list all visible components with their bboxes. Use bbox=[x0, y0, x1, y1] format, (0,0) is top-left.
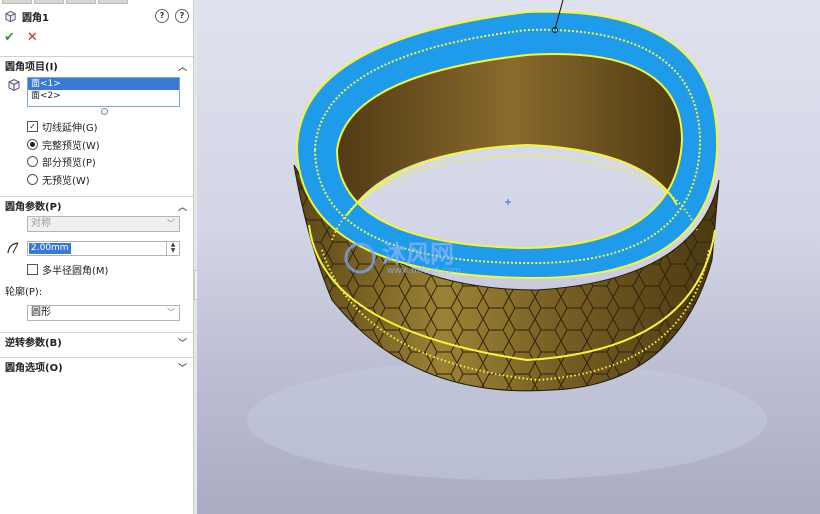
watermark-brand: 沐风网 bbox=[382, 240, 454, 268]
3d-viewport[interactable]: 沐风网 www.mfcad.com bbox=[197, 0, 820, 514]
watermark-url: www.mfcad.com bbox=[387, 266, 461, 276]
panel-tab[interactable] bbox=[98, 0, 128, 4]
profile-label: 轮廓(P): bbox=[5, 287, 43, 298]
radius-value[interactable]: 2.00mm bbox=[29, 243, 71, 254]
confirm-row: ✔ ✕ bbox=[4, 29, 38, 45]
partial-preview-radio[interactable]: 部分预览(P) bbox=[27, 154, 96, 169]
checkbox-label: 切线延伸(G) bbox=[42, 122, 98, 134]
list-item[interactable]: 面<1> bbox=[28, 78, 179, 90]
section-title: 逆转参数(B) bbox=[5, 338, 62, 349]
chevron-up-icon[interactable]: ︿ bbox=[178, 60, 187, 73]
radio-label: 部分预览(P) bbox=[42, 157, 96, 169]
tangent-propagation-checkbox[interactable]: ✓ 切线延伸(G) bbox=[27, 119, 98, 134]
full-preview-radio[interactable]: 完整预览(W) bbox=[27, 137, 100, 152]
face-selection-icon bbox=[8, 78, 20, 92]
section-fillet-params[interactable]: 圆角参数(P) ︿ bbox=[0, 196, 193, 214]
fillet-method-select: 对称 ﹀ bbox=[27, 216, 180, 232]
radio-label: 完整预览(W) bbox=[42, 140, 100, 152]
resize-handle-icon[interactable] bbox=[101, 108, 108, 115]
section-title: 圆角选项(O) bbox=[5, 363, 63, 374]
profile-select[interactable]: 圆形 ﹀ bbox=[27, 305, 180, 321]
radio-icon[interactable] bbox=[27, 155, 38, 167]
radius-icon bbox=[7, 242, 19, 254]
chevron-down-icon[interactable]: ﹀ bbox=[178, 361, 187, 374]
panel-tab[interactable] bbox=[34, 0, 64, 4]
checkbox-label: 多半径圆角(M) bbox=[42, 265, 109, 277]
select-value: 圆形 bbox=[31, 307, 51, 318]
feature-property-panel: 圆角1 ? ? ✔ ✕ 圆角项目(I) ︿ 面<1> 面<2> ✓ 切线延伸(G… bbox=[0, 0, 194, 514]
section-title: 圆角项目(I) bbox=[5, 62, 58, 73]
ring-model[interactable]: 沐风网 www.mfcad.com bbox=[197, 0, 820, 514]
info-icon[interactable]: ? bbox=[175, 9, 189, 23]
help-icon[interactable]: ? bbox=[155, 9, 169, 23]
spinner-buttons[interactable]: ▲ ▼ bbox=[166, 242, 179, 255]
section-reverse-params[interactable]: 逆转参数(B) ﹀ bbox=[0, 332, 193, 350]
panel-tab[interactable] bbox=[66, 0, 96, 4]
section-title: 圆角参数(P) bbox=[5, 202, 62, 213]
panel-title-bar: 圆角1 ? ? bbox=[4, 7, 189, 25]
radio-label: 无预览(W) bbox=[42, 175, 90, 187]
radio-selected-icon[interactable] bbox=[27, 138, 38, 150]
chevron-down-icon[interactable]: ﹀ bbox=[178, 336, 187, 349]
no-preview-radio[interactable]: 无预览(W) bbox=[27, 172, 90, 187]
section-fillet-options[interactable]: 圆角选项(O) ﹀ bbox=[0, 357, 193, 375]
multi-radius-checkbox[interactable]: 多半径圆角(M) bbox=[27, 262, 109, 277]
checkbox-icon[interactable] bbox=[27, 263, 38, 275]
select-value: 对称 bbox=[31, 218, 51, 229]
checkbox-checked-icon[interactable]: ✓ bbox=[27, 120, 38, 132]
chevron-down-icon[interactable]: ﹀ bbox=[167, 306, 175, 320]
panel-title: 圆角1 bbox=[22, 12, 49, 24]
cross-icon[interactable]: ✕ bbox=[27, 30, 38, 45]
section-fillet-items[interactable]: 圆角项目(I) ︿ bbox=[0, 56, 193, 74]
chevron-up-icon[interactable]: ︿ bbox=[178, 200, 187, 213]
chevron-down-icon: ﹀ bbox=[167, 219, 175, 228]
panel-tab-strip bbox=[0, 0, 193, 4]
radius-input[interactable]: 2.00mm ▲ ▼ bbox=[27, 241, 180, 256]
radio-icon[interactable] bbox=[27, 173, 38, 185]
face-list[interactable]: 面<1> 面<2> bbox=[27, 77, 180, 107]
list-item[interactable]: 面<2> bbox=[28, 90, 179, 102]
fillet-feature-icon bbox=[5, 10, 16, 22]
checkmark-icon[interactable]: ✔ bbox=[4, 30, 15, 45]
panel-tab[interactable] bbox=[2, 0, 32, 4]
